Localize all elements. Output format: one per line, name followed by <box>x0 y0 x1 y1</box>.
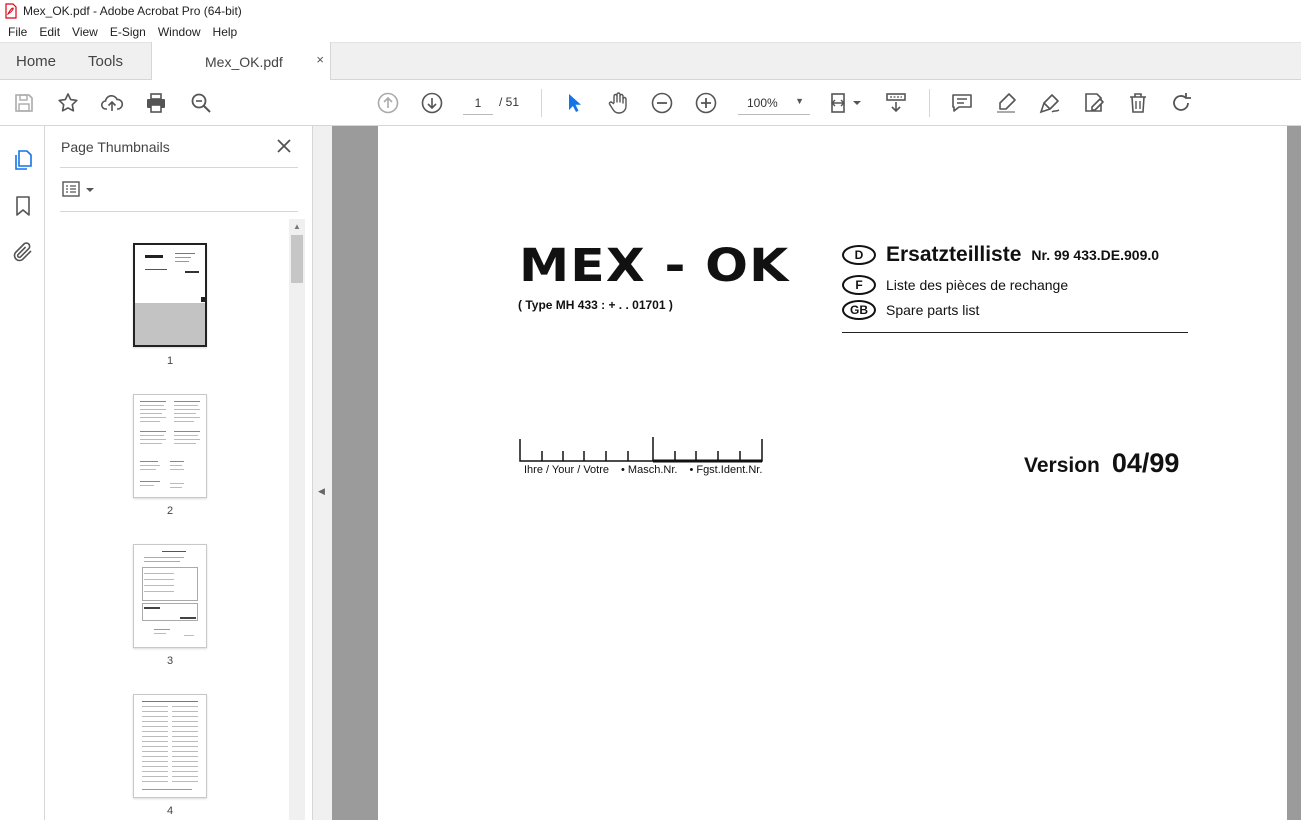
ruler-label: • Masch.Nr. <box>621 464 678 476</box>
menu-edit[interactable]: Edit <box>33 25 66 39</box>
select-cursor-icon[interactable] <box>562 91 586 115</box>
menu-window[interactable]: Window <box>152 25 207 39</box>
left-rail <box>0 126 45 820</box>
divider-line <box>842 332 1188 333</box>
language-badge: D <box>842 245 876 265</box>
divider <box>60 167 298 168</box>
language-row-de: D Ersatzteilliste Nr. 99 433.DE.909.0 <box>842 243 1160 266</box>
tab-tools[interactable]: Tools <box>88 53 123 70</box>
zoom-select[interactable]: 100% ▼ <box>738 91 810 115</box>
zoom-out-icon[interactable] <box>650 91 674 115</box>
tab-close-icon[interactable]: × <box>316 52 324 67</box>
hand-icon[interactable] <box>606 91 630 115</box>
page-thumbnails-icon[interactable] <box>11 148 35 172</box>
document-title: MEX - OK <box>519 239 790 292</box>
thumbnail-label-4: 4 <box>166 805 174 817</box>
chevron-down-icon: ▼ <box>795 96 804 106</box>
thumbnail-options-icon[interactable] <box>62 180 102 200</box>
menu-view[interactable]: View <box>66 25 104 39</box>
bookmark-icon[interactable] <box>11 194 35 218</box>
language-text: Liste des pièces de rechange <box>886 277 1069 293</box>
menu-help[interactable]: Help <box>207 25 244 39</box>
toolbar-divider <box>929 89 930 117</box>
language-row-fr: F Liste des pièces de rechange <box>842 274 1068 296</box>
language-text: Spare parts list <box>886 302 980 318</box>
menu-bar: File Edit View E-Sign Window Help <box>0 22 1301 42</box>
thumbnail-page-2[interactable] <box>133 394 207 498</box>
divider <box>60 211 298 212</box>
document-number: Nr. 99 433.DE.909.0 <box>1031 247 1160 263</box>
language-text: Ersatzteilliste <box>886 243 1022 266</box>
thumbnail-label-1: 1 <box>166 355 174 367</box>
tab-bar: Home Tools Mex_OK.pdf × <box>0 42 1301 80</box>
panel-collapse-handle[interactable]: ◀ <box>313 126 332 820</box>
search-zoom-icon[interactable] <box>189 91 213 115</box>
scroll-up-icon[interactable]: ▲ <box>293 222 301 231</box>
next-page-icon[interactable] <box>420 91 444 115</box>
chevron-left-icon[interactable]: ◀ <box>318 486 325 497</box>
document-view[interactable]: MEX - OK ( Type MH 433 : + . . 01701 ) D… <box>332 126 1301 820</box>
ruler-label: • Fgst.Ident.Nr. <box>689 464 763 476</box>
zoom-value: 100% <box>747 96 778 110</box>
thumbnail-page-1[interactable] <box>133 243 207 347</box>
menu-file[interactable]: File <box>2 25 33 39</box>
save-icon[interactable] <box>12 91 36 115</box>
language-row-gb: GB Spare parts list <box>842 299 979 321</box>
rotate-icon[interactable] <box>1170 91 1194 115</box>
document-subtitle: ( Type MH 433 : + . . 01701 ) <box>518 298 673 312</box>
ruler-labels: Ihre / Your / Votre • Masch.Nr. • Fgst.I… <box>524 464 774 476</box>
toolbar-divider <box>541 89 542 117</box>
menu-esign[interactable]: E-Sign <box>104 25 152 39</box>
sign-icon[interactable] <box>1038 91 1062 115</box>
tab-home[interactable]: Home <box>16 53 56 70</box>
highlight-icon[interactable] <box>994 91 1018 115</box>
attachment-icon[interactable] <box>11 240 35 264</box>
edit-icon[interactable] <box>1082 91 1106 115</box>
scroll-mode-icon[interactable] <box>884 91 908 115</box>
tab-document[interactable]: Mex_OK.pdf × <box>151 42 331 80</box>
thumbnail-page-3[interactable] <box>133 544 207 648</box>
comment-icon[interactable] <box>950 91 974 115</box>
print-icon[interactable] <box>144 91 168 115</box>
ruler-label: Ihre / Your / Votre <box>524 464 610 476</box>
page-number-input[interactable] <box>463 91 493 115</box>
number-field-ruler <box>519 437 763 463</box>
prev-page-icon[interactable] <box>376 91 400 115</box>
thumbnail-label-2: 2 <box>166 505 174 517</box>
version-label: Version <box>1024 454 1100 477</box>
version-value: 04/99 <box>1111 448 1180 478</box>
title-bar: Mex_OK.pdf - Adobe Acrobat Pro (64-bit) <box>0 0 1301 22</box>
zoom-in-icon[interactable] <box>694 91 718 115</box>
window-title: Mex_OK.pdf - Adobe Acrobat Pro (64-bit) <box>23 4 242 18</box>
upload-icon[interactable] <box>100 91 124 115</box>
thumbnails-panel: Page Thumbnails 1 2 3 4 ▲ <box>45 126 313 820</box>
close-icon[interactable] <box>274 136 294 156</box>
thumbnail-label-3: 3 <box>166 655 174 667</box>
version-block: Version 04/99 <box>1024 448 1179 479</box>
page-fit-icon[interactable] <box>828 91 864 115</box>
language-badge: F <box>842 275 876 295</box>
tab-document-label: Mex_OK.pdf <box>205 54 283 70</box>
delete-icon[interactable] <box>1126 91 1150 115</box>
panel-title: Page Thumbnails <box>61 139 170 155</box>
scrollbar-thumb[interactable] <box>291 235 303 283</box>
pdf-page: MEX - OK ( Type MH 433 : + . . 01701 ) D… <box>378 126 1287 820</box>
page-total: / 51 <box>499 95 520 109</box>
thumbnail-scrollbar[interactable]: ▲ <box>289 219 305 820</box>
toolbar: / 51 100% ▼ <box>0 80 1301 126</box>
pdf-app-icon <box>5 3 17 19</box>
star-icon[interactable] <box>56 91 80 115</box>
thumbnail-page-4[interactable] <box>133 694 207 798</box>
language-badge: GB <box>842 300 876 320</box>
